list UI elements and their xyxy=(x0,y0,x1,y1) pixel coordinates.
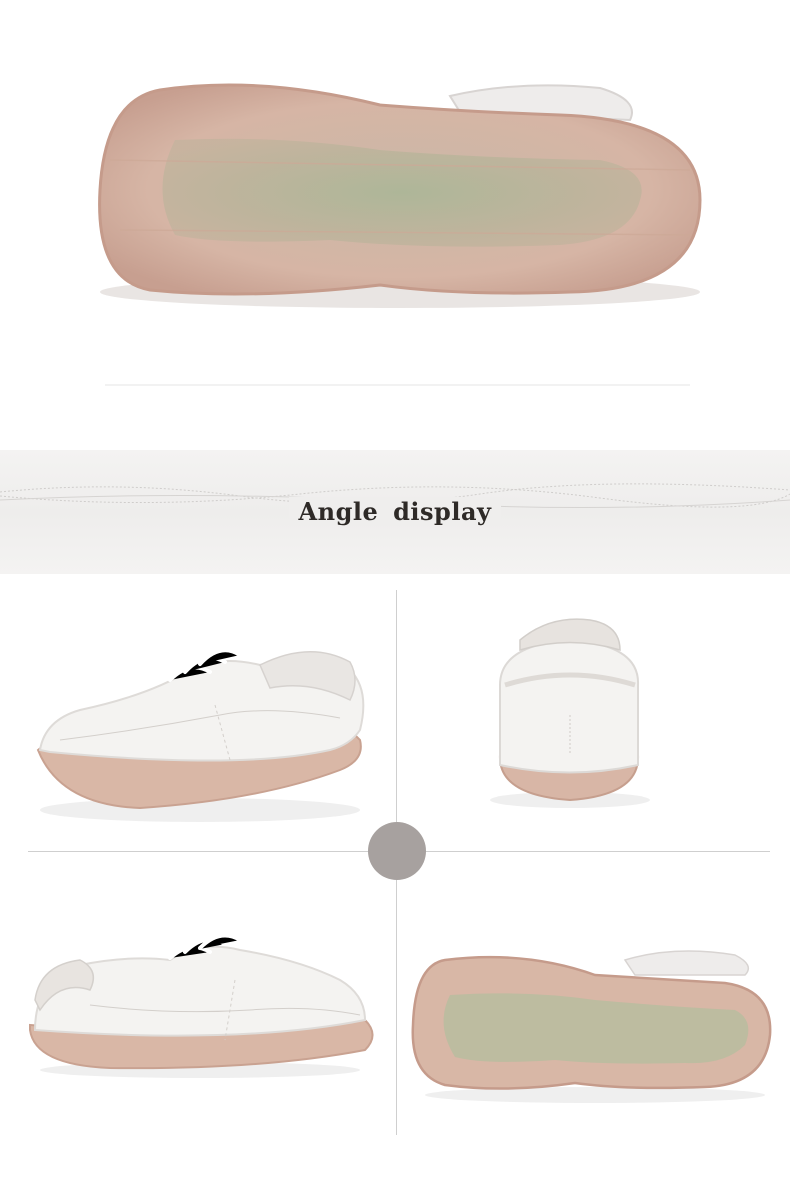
banner-title-text: Angle display xyxy=(288,496,502,526)
sole-bottom-small-photo xyxy=(411,950,772,1103)
center-dot xyxy=(368,822,426,880)
sole-bottom-photo xyxy=(98,83,702,386)
shoe-heel-back-photo xyxy=(490,618,650,808)
shoe-side-left-photo xyxy=(29,933,374,1078)
section-banner: Angle display xyxy=(0,450,790,574)
banner-title: Angle display xyxy=(0,450,790,574)
shoe-side-front-photo xyxy=(36,648,365,822)
